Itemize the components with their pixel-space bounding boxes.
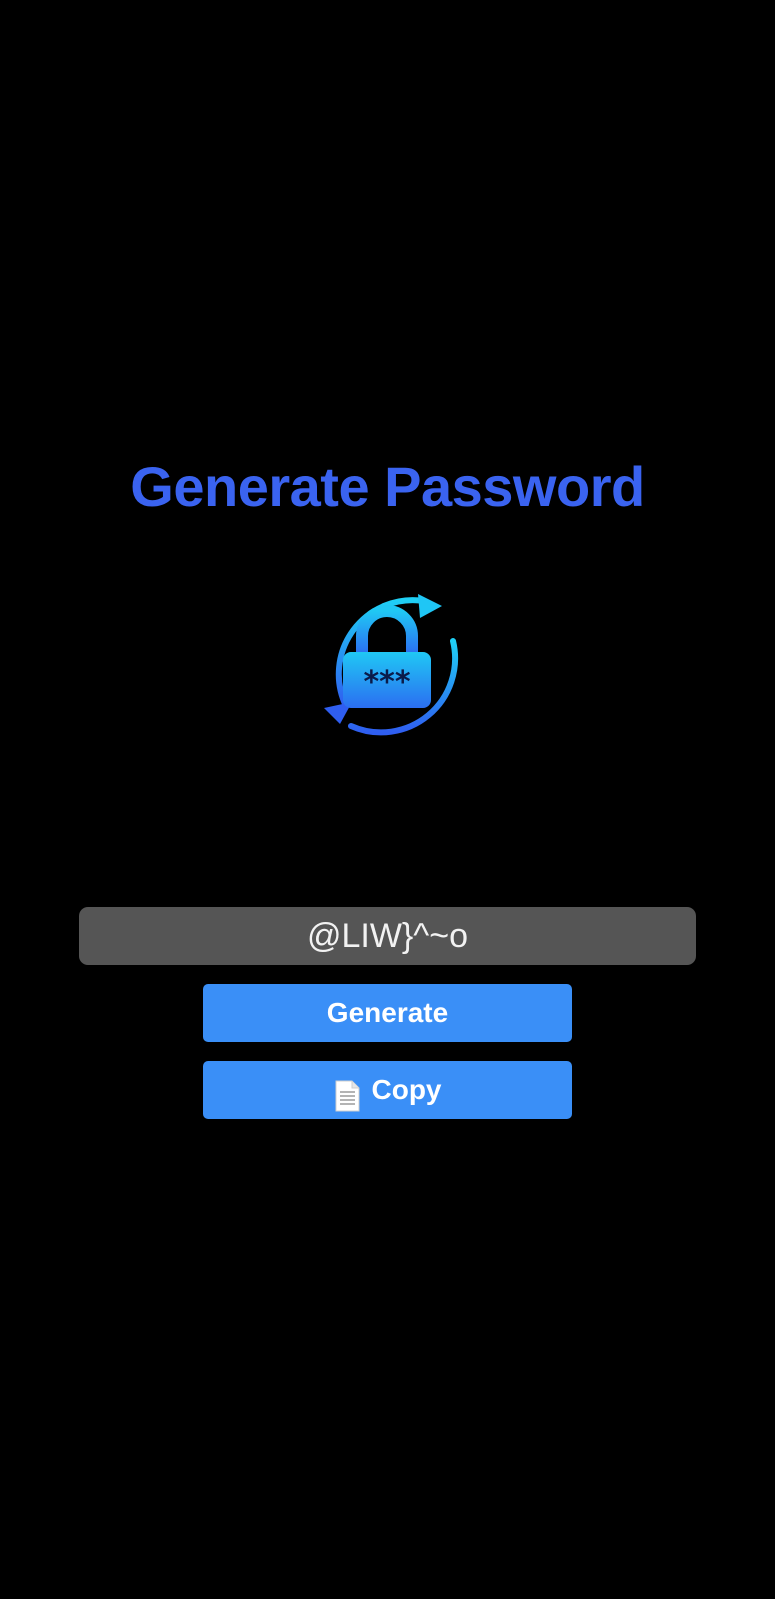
copy-button-label: Copy <box>371 1074 442 1105</box>
generate-button[interactable]: Generate <box>203 984 572 1042</box>
password-output[interactable]: @LIW}^~o <box>79 907 696 965</box>
page-title: Generate Password <box>130 455 645 518</box>
copy-button[interactable]: Copy <box>203 1061 572 1119</box>
svg-text:***: *** <box>363 665 410 700</box>
lock-refresh-icon: *** <box>306 584 468 746</box>
document-icon <box>334 1074 360 1112</box>
